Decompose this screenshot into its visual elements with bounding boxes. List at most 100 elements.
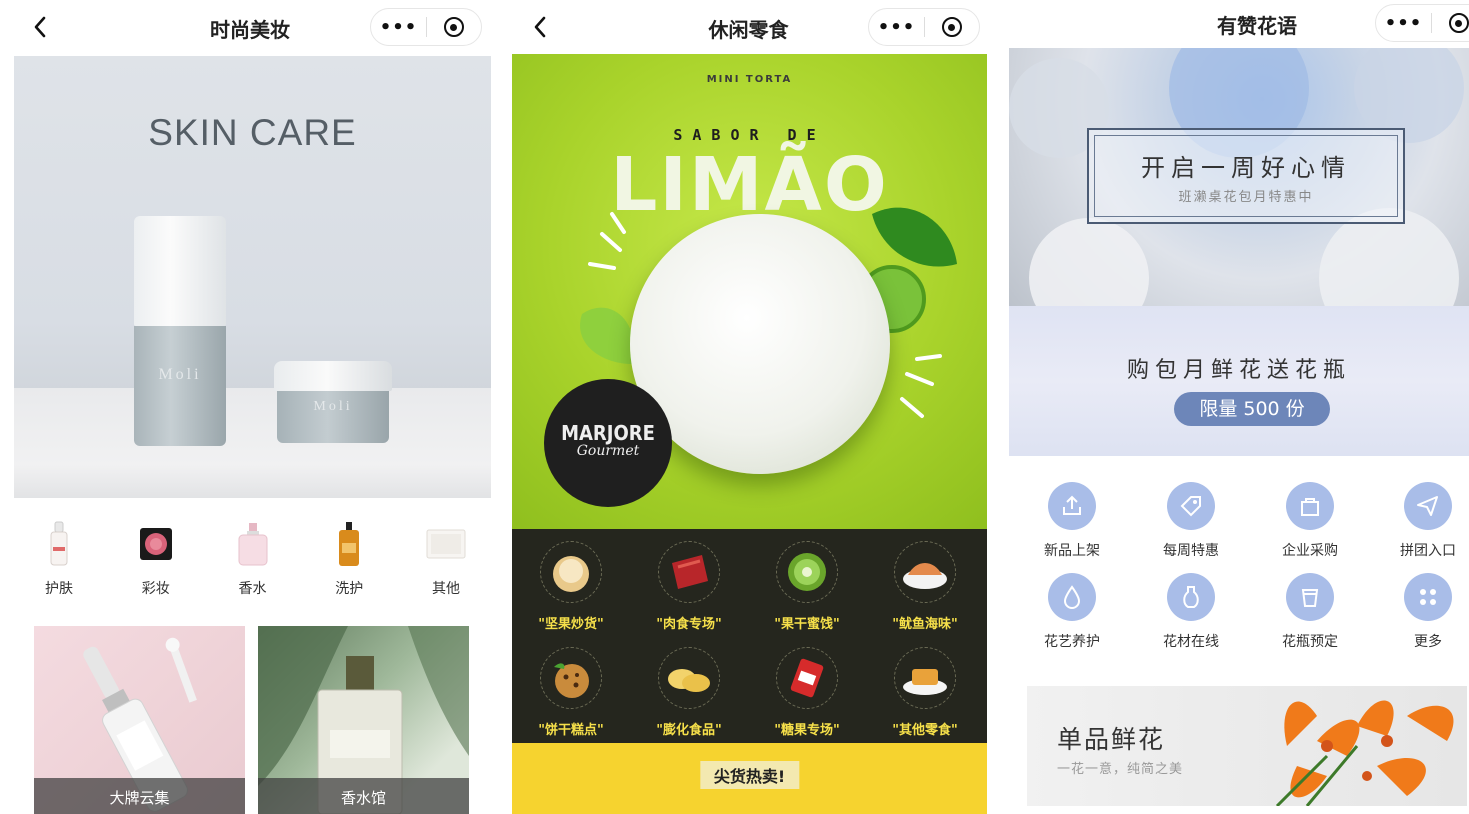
- service-label: 花瓶预定: [1282, 634, 1338, 650]
- badge-brand: MARJORE: [561, 421, 655, 445]
- bottle-brand: Moli: [158, 366, 202, 383]
- brand-badge: MARJORE Gourmet: [544, 379, 672, 507]
- snack-label: "果干蜜饯": [774, 617, 840, 632]
- service-more[interactable]: 更多: [1373, 573, 1469, 651]
- candy-icon: [790, 658, 824, 698]
- snack-category-biscuits[interactable]: "饼干糕点": [512, 647, 630, 738]
- serum-bottle-icon: [50, 521, 68, 566]
- shampoo-bottle-icon: [339, 522, 360, 566]
- close-miniprogram-button[interactable]: [925, 9, 979, 45]
- promo-tile-brands[interactable]: 大牌云集: [34, 626, 245, 814]
- more-menu-button[interactable]: •••: [1376, 5, 1431, 41]
- category-label: 洗护: [335, 581, 364, 597]
- promo-strip[interactable]: 尖货热卖!: [512, 743, 987, 814]
- single-flower-card[interactable]: 单品鲜花 一花一意，纯简之美: [1027, 686, 1467, 806]
- bag-icon: [1301, 498, 1319, 516]
- snack-category-seafood[interactable]: "鱿鱼海味": [866, 541, 984, 632]
- snack-category-dried-fruit[interactable]: "果干蜜饯": [748, 541, 866, 632]
- grid-dots-icon: [1420, 589, 1436, 605]
- beauty-mini-program: 时尚美妆 ••• SKIN CARE Moli Moli 护肤 彩妆 香水 洗护…: [0, 0, 500, 814]
- service-label: 新品上架: [1044, 543, 1100, 559]
- card-subtitle: 一花一意，纯简之美: [1057, 762, 1184, 777]
- nav-bar: 有赞花语 •••: [997, 0, 1469, 54]
- droplet-icon: [1063, 585, 1081, 609]
- snack-category-other[interactable]: "其他零食": [866, 647, 984, 738]
- chips-icon: [668, 669, 710, 692]
- category-skincare[interactable]: 护肤: [29, 520, 89, 598]
- blush-compact-icon: [139, 528, 172, 560]
- snack-label: "饼干糕点": [538, 723, 604, 738]
- hero-subline: 班濑桌花包月特惠中: [1178, 190, 1314, 205]
- nav-bar: 时尚美妆 •••: [0, 0, 500, 54]
- category-perfume[interactable]: 香水: [223, 520, 283, 598]
- snack-category-candy[interactable]: "糖果专场": [748, 647, 866, 738]
- snack-category-grid: "坚果炒货" "肉食专场" "果干蜜饯" "鱿鱼海味" "饼干糕点" "膨化食品…: [512, 529, 987, 743]
- snack-label: "其他零食": [892, 723, 958, 738]
- target-icon: [443, 17, 464, 37]
- cookie-icon: [554, 663, 589, 698]
- seafood-icon: [903, 563, 947, 589]
- gift-box-icon: [426, 529, 466, 559]
- banner-headline: 购包月鲜花送花瓶: [1126, 358, 1351, 383]
- cup-icon: [1301, 589, 1319, 607]
- close-miniprogram-button[interactable]: [1432, 5, 1469, 41]
- snack-plate-icon: [903, 669, 947, 695]
- limited-offer-pill[interactable]: 限量 500 份: [1174, 392, 1330, 426]
- category-other[interactable]: 其他: [416, 520, 476, 598]
- tile-caption: 大牌云集: [34, 778, 245, 814]
- category-haircare[interactable]: 洗护: [319, 520, 379, 598]
- target-icon: [941, 17, 962, 37]
- service-group-buy[interactable]: 拼团入口: [1373, 482, 1469, 560]
- kiwi-icon: [788, 553, 826, 591]
- category-label: 彩妆: [141, 581, 170, 597]
- service-label: 每周特惠: [1163, 543, 1219, 559]
- serum-bottle-image: Moli: [134, 216, 226, 446]
- category-label: 其他: [432, 581, 460, 597]
- service-new-arrivals[interactable]: 新品上架: [1017, 482, 1127, 560]
- snack-label: "鱿鱼海味": [892, 617, 958, 632]
- target-icon: [1448, 13, 1469, 33]
- service-vase-booking[interactable]: 花瓶预定: [1255, 573, 1365, 651]
- tag-icon: [1180, 496, 1201, 517]
- service-weekly-deals[interactable]: 每周特惠: [1136, 482, 1246, 560]
- nut-icon: [553, 556, 589, 592]
- send-icon: [1417, 496, 1438, 516]
- snack-category-meat[interactable]: "肉食专场": [630, 541, 748, 632]
- promo-tile-perfume[interactable]: 香水馆: [258, 626, 469, 814]
- service-label: 更多: [1414, 634, 1442, 650]
- flowers-mini-program: 有赞花语 ••• 开启一周好心情 班濑桌花包月特惠中 购包月鲜花送花瓶 限量 5…: [997, 0, 1469, 814]
- service-enterprise[interactable]: 企业采购: [1255, 482, 1365, 560]
- capsule-menu: •••: [1375, 4, 1469, 42]
- category-makeup[interactable]: 彩妆: [126, 520, 186, 598]
- service-materials[interactable]: 花材在线: [1136, 573, 1246, 651]
- perfume-bottle-icon: [238, 523, 267, 566]
- hero-banner[interactable]: MINI TORTA SABOR DE LIMÃO MARJORE Gourme…: [512, 54, 987, 529]
- more-menu-button[interactable]: •••: [869, 9, 924, 45]
- hero-banner[interactable]: 开启一周好心情 班濑桌花包月特惠中: [1009, 48, 1469, 306]
- capsule-menu: •••: [868, 8, 980, 46]
- card-title: 单品鲜花: [1057, 725, 1166, 754]
- snack-label: "肉食专场": [656, 617, 722, 632]
- cream-jar-image: Moli: [274, 361, 392, 443]
- service-label: 拼团入口: [1400, 543, 1456, 559]
- badge-sub: Gourmet: [576, 443, 640, 459]
- hero-headline: 开启一周好心情: [1141, 154, 1351, 182]
- capsule-menu: •••: [370, 8, 482, 46]
- hero-banner[interactable]: SKIN CARE Moli Moli: [14, 56, 491, 498]
- upload-icon: [1063, 495, 1081, 515]
- vase-icon: [1183, 586, 1199, 608]
- snack-category-nuts[interactable]: "坚果炒货": [512, 541, 630, 632]
- service-flower-care[interactable]: 花艺养护: [1017, 573, 1127, 651]
- snacks-mini-program: 休闲零食 ••• MINI TORTA SABOR DE LIMÃO MARJO…: [500, 0, 997, 814]
- tile-caption: 香水馆: [258, 778, 469, 814]
- meat-icon: [672, 555, 708, 589]
- snack-label: "糖果专场": [774, 723, 840, 738]
- close-miniprogram-button[interactable]: [427, 9, 481, 45]
- subscription-banner[interactable]: 购包月鲜花送花瓶 限量 500 份: [1009, 306, 1469, 456]
- snack-label: "膨化食品": [656, 723, 722, 738]
- category-label: 香水: [238, 581, 267, 597]
- category-label: 护肤: [45, 581, 73, 597]
- marble-surface: [14, 388, 491, 498]
- more-menu-button[interactable]: •••: [371, 9, 426, 45]
- snack-category-puffed[interactable]: "膨化食品": [630, 647, 748, 738]
